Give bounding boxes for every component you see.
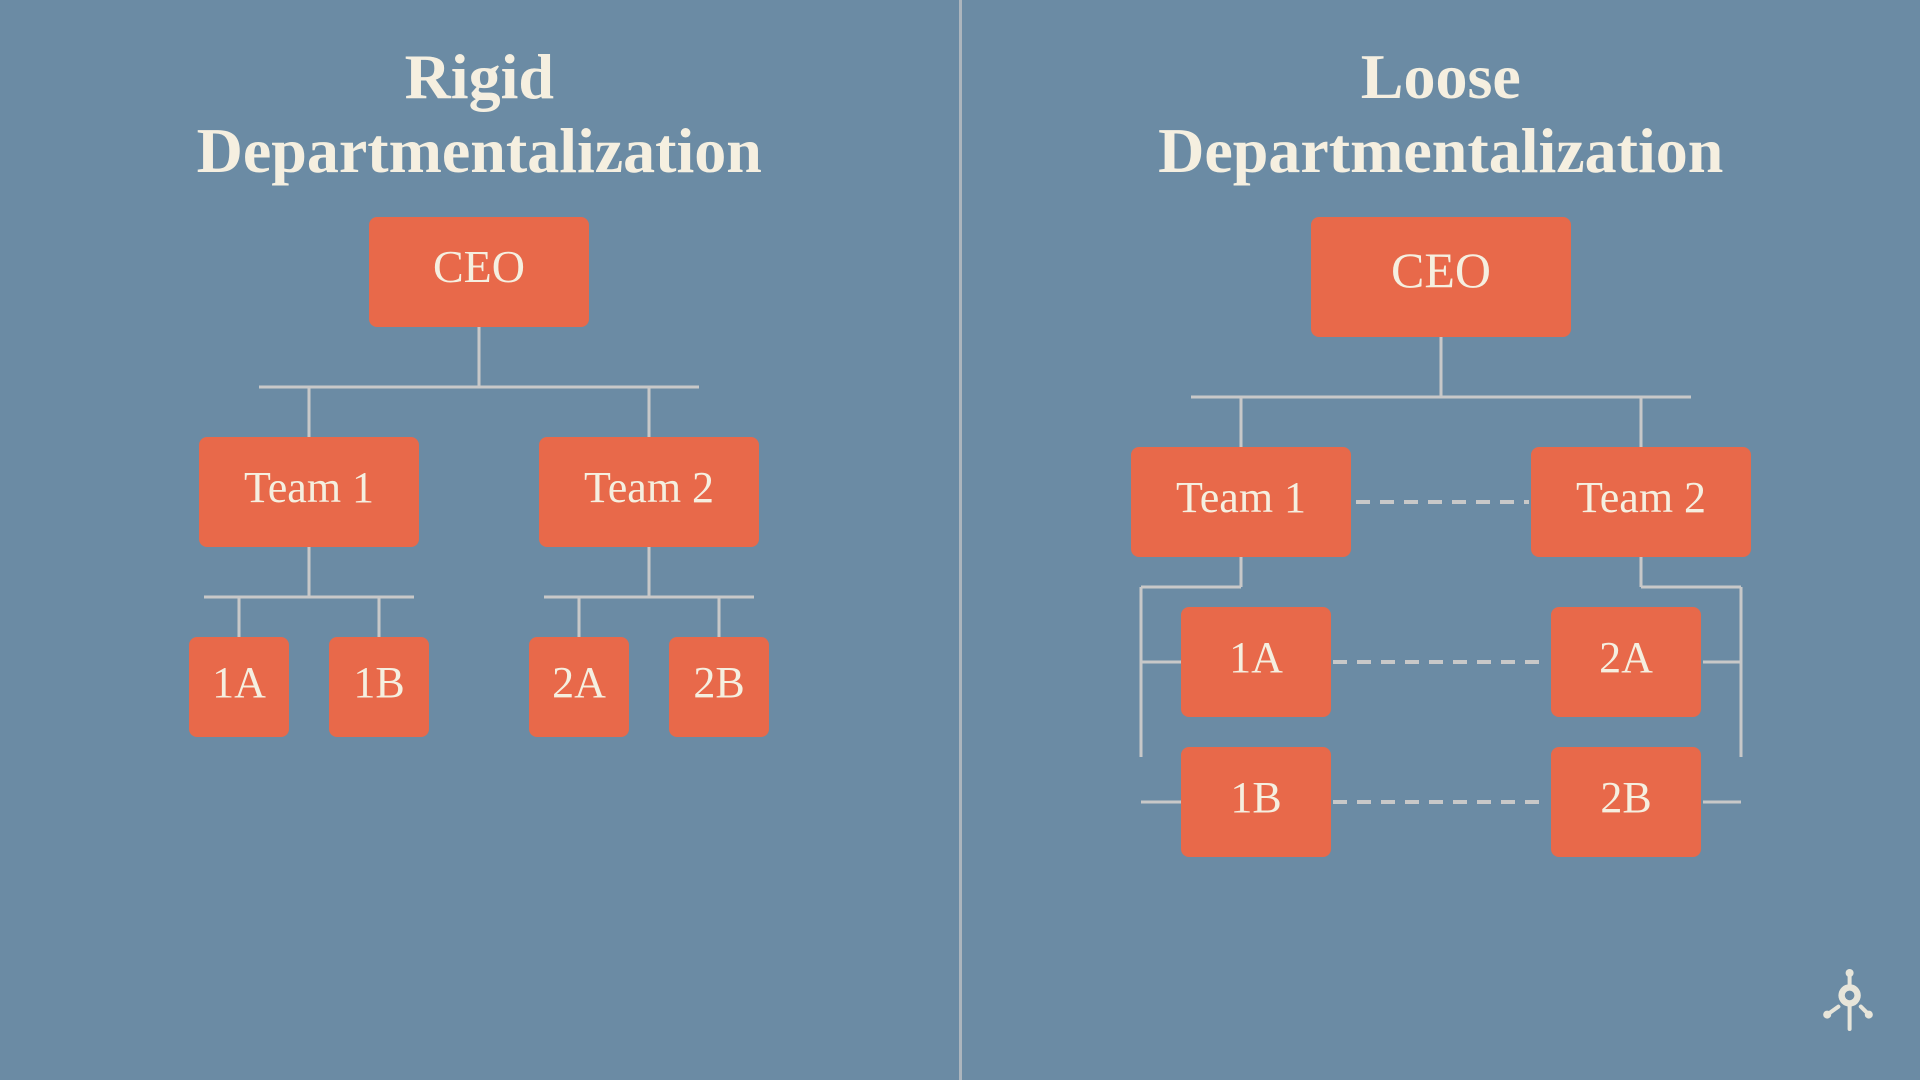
rigid-2a-label: 2A: [552, 658, 606, 707]
loose-title-line1: Loose: [1361, 41, 1521, 112]
loose-ceo-label: CEO: [1391, 242, 1491, 298]
loose-2a-label: 2A: [1599, 633, 1653, 682]
loose-panel: Loose Departmentalization CEO Team 1 Tea…: [962, 0, 1920, 1080]
loose-2b-label: 2B: [1600, 773, 1651, 822]
rigid-panel: Rigid Departmentalization CEO Team 1 Tea…: [0, 0, 959, 1080]
rigid-ceo-label: CEO: [433, 241, 525, 292]
rigid-1a-label: 1A: [212, 658, 266, 707]
rigid-team1-label: Team 1: [244, 463, 374, 512]
loose-1b-label: 1B: [1230, 773, 1281, 822]
loose-title-line2: Departmentalization: [1158, 115, 1723, 186]
loose-org-chart: CEO Team 1 Team 2 1A 1B: [1091, 217, 1791, 797]
loose-team1-label: Team 1: [1176, 473, 1306, 522]
hubspot-logo: [1800, 965, 1880, 1050]
rigid-team2-label: Team 2: [584, 463, 714, 512]
rigid-2b-label: 2B: [694, 658, 745, 707]
rigid-title: Rigid Departmentalization: [197, 40, 762, 187]
loose-team2-label: Team 2: [1576, 473, 1706, 522]
rigid-title-line2: Departmentalization: [197, 115, 762, 186]
loose-title: Loose Departmentalization: [1158, 40, 1723, 187]
rigid-org-chart: CEO Team 1 Team 2 1A 1B: [149, 217, 809, 747]
loose-1a-label: 1A: [1229, 633, 1283, 682]
rigid-title-line1: Rigid: [405, 41, 554, 112]
rigid-1b-label: 1B: [354, 658, 405, 707]
